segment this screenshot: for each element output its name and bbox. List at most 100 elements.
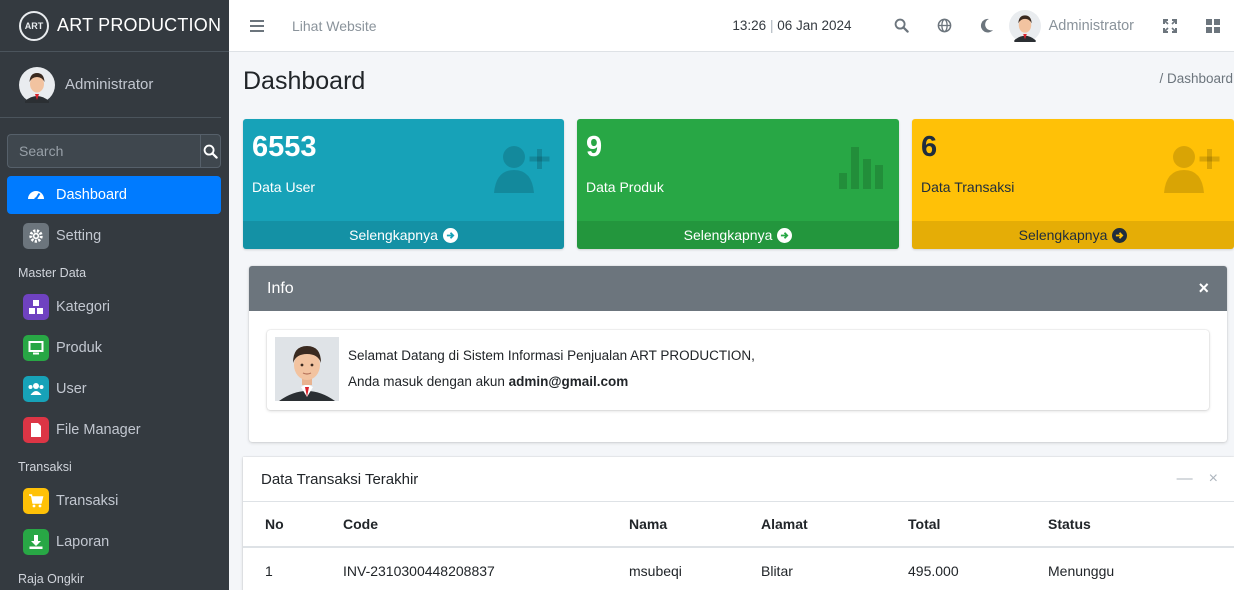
- sidebar-item-kategori[interactable]: Kategori: [7, 288, 221, 326]
- stat-more-link[interactable]: Selengkapnya: [243, 221, 564, 249]
- sidebar-item-produk[interactable]: Produk: [7, 329, 221, 367]
- sidebar-search: [7, 134, 221, 168]
- login-info-prefix: Anda masuk dengan akun: [348, 374, 509, 389]
- collapse-button[interactable]: —: [1177, 470, 1193, 488]
- sidebar-item-user[interactable]: User: [7, 370, 221, 408]
- close-button[interactable]: ×: [1198, 278, 1209, 299]
- monitor-icon: [23, 335, 49, 361]
- cell-alamat: Blitar: [761, 562, 793, 579]
- breadcrumb[interactable]: / Dashboard: [1159, 71, 1233, 86]
- stat-more-link[interactable]: Selengkapnya: [912, 221, 1234, 249]
- sidebar-item-label: Kategori: [56, 299, 111, 315]
- brand-name: ART PRODUCTION: [57, 15, 222, 35]
- stat-more-label: Selengkapnya: [683, 227, 773, 243]
- sidebar-item-laporan[interactable]: Laporan: [7, 523, 221, 561]
- search-button[interactable]: [200, 134, 221, 168]
- sidebar-item-label: Setting: [56, 228, 102, 244]
- sidebar-item-file-manager[interactable]: File Manager: [7, 411, 221, 449]
- user-panel[interactable]: Administrator: [0, 52, 221, 118]
- user-plus-icon: [1164, 146, 1220, 193]
- user-plus-icon: [494, 146, 550, 193]
- close-button[interactable]: ×: [1209, 470, 1218, 488]
- cell-nama: msubeqi: [629, 562, 682, 579]
- sidebar-item-transaksi[interactable]: Transaksi: [7, 482, 221, 520]
- nav-header-master: Master Data: [18, 266, 87, 280]
- brand-logo: ART: [19, 10, 49, 41]
- column-header: Nama: [607, 502, 739, 548]
- search-icon: [203, 144, 218, 159]
- stat-more-label: Selengkapnya: [1018, 227, 1108, 243]
- info-card: Info × Selamat Datang di Sistem Informas…: [249, 266, 1227, 442]
- sidebar-item-label: Laporan: [56, 534, 110, 550]
- dark-mode-toggle[interactable]: [966, 18, 1009, 33]
- view-website-link[interactable]: Lihat Website: [292, 18, 377, 34]
- sidebar-user-name: Administrator: [65, 76, 154, 93]
- avatar: [1008, 9, 1041, 42]
- page-title: Dashboard: [243, 67, 366, 95]
- stat-box-transactions: 6 Data Transaksi Selengkapnya: [912, 119, 1234, 249]
- stat-box-users: 6553 Data User Selengkapnya: [243, 119, 564, 249]
- menu-toggle-button[interactable]: [229, 19, 285, 32]
- clock: 13:26 | 06 Jan 2024: [732, 18, 851, 33]
- cell-status: Menunggu: [1048, 562, 1115, 579]
- column-header: Total: [886, 502, 1026, 548]
- stat-label: Data Produk: [586, 179, 664, 195]
- transactions-table: No Code Nama Alamat Total Status 1 INV-2…: [243, 502, 1234, 590]
- card-title: Data Transaksi Terakhir: [261, 470, 419, 488]
- sidebar-item-label: Dashboard: [56, 187, 127, 203]
- nav-header-raja-ongkir: Raja Ongkir: [18, 572, 84, 586]
- hamburger-icon: [250, 19, 264, 32]
- stat-label: Data Transaksi: [921, 179, 1015, 195]
- cell-code: INV-2310300448208837: [343, 562, 495, 579]
- card-tools: — ×: [1177, 470, 1234, 488]
- stat-more-link[interactable]: Selengkapnya: [577, 221, 899, 249]
- avatar: [19, 66, 55, 103]
- cell-no: 1: [265, 562, 273, 579]
- arrow-right-icon: [442, 227, 458, 243]
- stat-more-label: Selengkapnya: [349, 227, 438, 243]
- clock-time: 13:26: [732, 18, 767, 33]
- sidebar-item-label: File Manager: [56, 422, 141, 438]
- info-card-title: Info: [267, 279, 294, 297]
- cell-total: 495.000: [908, 562, 959, 579]
- avatar: [275, 337, 339, 401]
- sidebar-item-label: User: [56, 381, 87, 397]
- clock-date: 06 Jan 2024: [777, 18, 852, 33]
- language-button[interactable]: [923, 18, 966, 33]
- info-card-header: Info ×: [249, 266, 1227, 311]
- clock-separator: |: [769, 18, 774, 33]
- sidebar-item-setting[interactable]: Setting: [7, 217, 221, 255]
- stat-label: Data User: [252, 179, 316, 195]
- topbar: Lihat Website 13:26 | 06 Jan 2024 Admini…: [229, 0, 1234, 52]
- stat-box-products: 9 Data Produk Selengkapnya: [577, 119, 899, 249]
- stat-value: 6: [921, 131, 938, 163]
- login-info: Anda masuk dengan akun admin@gmail.com: [348, 374, 628, 389]
- card-header: Data Transaksi Terakhir — ×: [243, 457, 1234, 502]
- user-menu[interactable]: Administrator: [1008, 9, 1134, 42]
- table-row[interactable]: 1 INV-2310300448208837 msubeqi Blitar 49…: [243, 547, 1234, 590]
- grid-icon: [1205, 18, 1220, 33]
- search-input[interactable]: [7, 134, 200, 168]
- dashboard-icon: [23, 182, 49, 208]
- login-email: admin@gmail.com: [508, 374, 629, 389]
- fullscreen-button[interactable]: [1148, 18, 1191, 33]
- nav-header-transaksi: Transaksi: [18, 460, 72, 474]
- cart-icon: [23, 488, 49, 514]
- welcome-text: Selamat Datang di Sistem Informasi Penju…: [348, 348, 755, 363]
- sidebar-item-label: Produk: [56, 340, 102, 356]
- column-header: Code: [321, 502, 607, 548]
- sidebar-nav: Dashboard Setting Master Data Kategori P…: [7, 176, 221, 590]
- sidebar: ART ART PRODUCTION Administrator Dashboa…: [0, 0, 229, 590]
- search-button[interactable]: [880, 18, 923, 33]
- sidebar-item-dashboard[interactable]: Dashboard: [7, 176, 221, 214]
- topbar-user-name: Administrator: [1048, 17, 1134, 34]
- search-icon: [894, 18, 909, 33]
- control-sidebar-button[interactable]: [1191, 18, 1234, 33]
- welcome-panel: Selamat Datang di Sistem Informasi Penju…: [267, 330, 1209, 410]
- stat-value: 6553: [252, 131, 317, 163]
- users-icon: [23, 376, 49, 402]
- gear-icon: [23, 223, 49, 249]
- arrow-right-icon: [777, 227, 793, 243]
- brand-link[interactable]: ART ART PRODUCTION: [0, 0, 229, 52]
- column-header: Status: [1026, 502, 1234, 548]
